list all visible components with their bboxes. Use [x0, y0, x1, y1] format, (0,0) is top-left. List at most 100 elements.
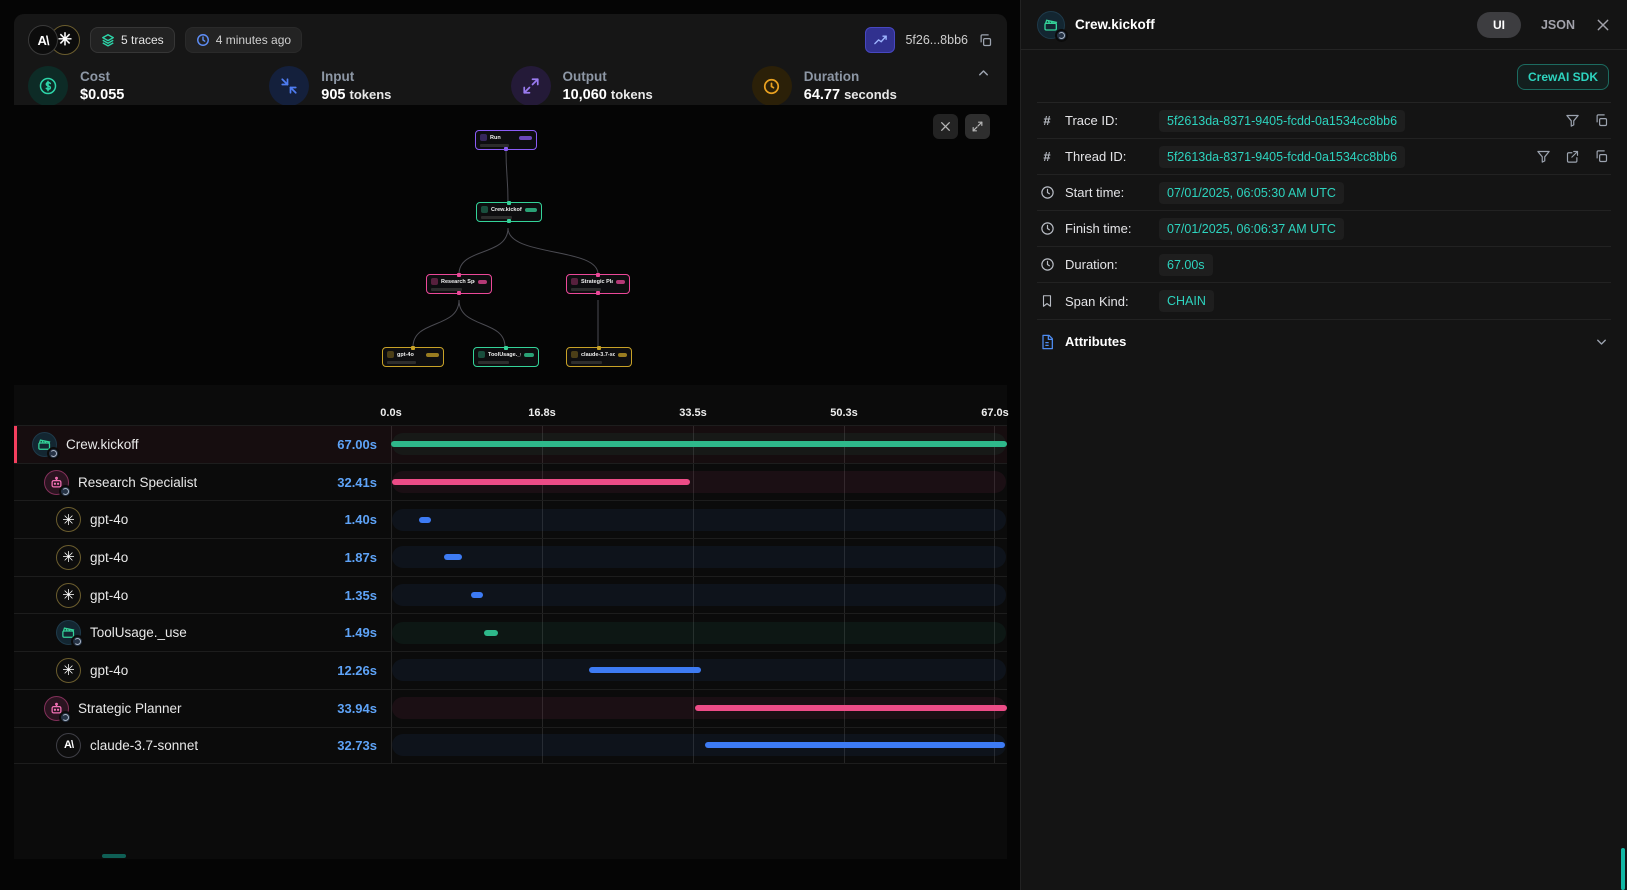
- span-row-strategic-planner[interactable]: Strategic Planner 33.94s: [14, 689, 1007, 727]
- openai-icon: ✳: [56, 507, 81, 532]
- graph-node-toolusage[interactable]: ToolUsage._use: [473, 347, 539, 367]
- copy-button[interactable]: [1594, 149, 1609, 164]
- horizontal-scrollbar-thumb[interactable]: [102, 854, 126, 858]
- node-label: Run: [490, 135, 501, 141]
- copy-button[interactable]: [1594, 113, 1609, 128]
- view-metrics-button[interactable]: [865, 27, 895, 53]
- span-bar-cell: [391, 728, 1007, 764]
- filter-button[interactable]: [1536, 149, 1551, 164]
- agent-icon: [44, 470, 69, 495]
- property-start-time: Start time: 07/01/2025, 06:05:30 AM UTC: [1037, 175, 1611, 211]
- span-row-gpt-4o[interactable]: ✳ gpt-4o 1.87s: [14, 538, 1007, 576]
- span-row-gpt-4o[interactable]: ✳ gpt-4o 1.40s: [14, 500, 1007, 538]
- sdk-badge[interactable]: CrewAI SDK: [1517, 64, 1609, 90]
- span-bar-cell: [391, 577, 1007, 614]
- crew-icon: [32, 432, 57, 457]
- span-bar[interactable]: [391, 441, 1007, 447]
- graph-node-claude[interactable]: claude-3.7-sonnet: [566, 347, 632, 367]
- document-icon: [1039, 334, 1055, 350]
- close-panel-button[interactable]: [1595, 17, 1611, 33]
- tab-json[interactable]: JSON: [1541, 18, 1575, 32]
- filter-icon: [1536, 149, 1551, 164]
- node-handle: [597, 346, 601, 350]
- close-icon: [939, 120, 952, 133]
- node-subtext: [387, 361, 416, 364]
- node-handle: [457, 291, 461, 295]
- property-finish-time: Finish time: 07/01/2025, 06:06:37 AM UTC: [1037, 211, 1611, 247]
- agentops-badge-icon: [59, 711, 72, 724]
- node-label: Crew.kickoff: [491, 207, 522, 213]
- span-row-gpt-4o[interactable]: ✳ gpt-4o 12.26s: [14, 651, 1007, 689]
- span-bar[interactable]: [695, 705, 1007, 711]
- hash-icon: #: [1039, 113, 1055, 128]
- metric-value: 10,060: [563, 87, 607, 103]
- span-row-claude[interactable]: A\ claude-3.7-sonnet 32.73s: [14, 727, 1007, 765]
- openai-icon: ✳: [56, 583, 81, 608]
- property-value: 67.00s: [1159, 254, 1213, 276]
- span-row-toolusage[interactable]: ToolUsage._use 1.49s: [14, 613, 1007, 651]
- span-bar-cell: [391, 614, 1007, 651]
- panel-title: Crew.kickoff: [1075, 17, 1467, 32]
- node-icon: [481, 206, 488, 213]
- metric-value: $0.055: [80, 87, 124, 103]
- span-row-gpt-4o[interactable]: ✳ gpt-4o 1.35s: [14, 576, 1007, 614]
- collapse-metrics-button[interactable]: [976, 66, 991, 81]
- node-badge: [519, 136, 532, 140]
- external-link-icon: [1565, 149, 1580, 164]
- node-handle: [507, 201, 511, 205]
- span-bar[interactable]: [484, 630, 498, 636]
- copy-trace-id-button[interactable]: [978, 33, 993, 48]
- expand-icon: [971, 120, 984, 133]
- span-bar[interactable]: [392, 479, 690, 485]
- graph-node-run[interactable]: Run: [475, 130, 537, 150]
- graph-node-research-specialist[interactable]: Research Speciali...: [426, 274, 492, 294]
- span-bar[interactable]: [419, 517, 432, 523]
- metric-unit: seconds: [844, 87, 897, 102]
- span-duration: 1.40s: [344, 512, 377, 527]
- span-duration: 32.73s: [337, 738, 377, 753]
- clock-icon: [196, 33, 210, 47]
- traces-count-badge[interactable]: 5 traces: [90, 27, 175, 53]
- arrows-out-icon: [511, 66, 551, 106]
- filter-icon: [1565, 113, 1580, 128]
- tab-ui[interactable]: UI: [1477, 12, 1521, 38]
- vertical-scrollbar-thumb[interactable]: [1621, 848, 1625, 890]
- property-thread-id: # Thread ID: 5f2613da-8371-9405-fcdd-0a1…: [1037, 139, 1611, 175]
- attributes-section-toggle[interactable]: Attributes: [1037, 319, 1611, 363]
- span-bar[interactable]: [471, 592, 483, 598]
- filter-button[interactable]: [1565, 113, 1580, 128]
- chevron-down-icon: [1594, 334, 1609, 349]
- span-duration: 12.26s: [337, 663, 377, 678]
- property-label: Start time:: [1065, 185, 1149, 200]
- span-bar[interactable]: [589, 667, 702, 673]
- span-bar[interactable]: [705, 742, 1006, 748]
- span-waterfall: Crew.kickoff 67.00s Research Specialist …: [14, 425, 1007, 764]
- span-row-crew-kickoff[interactable]: Crew.kickoff 67.00s: [14, 425, 1007, 463]
- axis-tick: 67.0s: [981, 407, 1009, 419]
- node-icon: [387, 351, 394, 358]
- trending-chart-icon: [873, 33, 888, 48]
- graph-node-strategic-planner[interactable]: Strategic Planner: [566, 274, 630, 294]
- graph-node-gpt-4o[interactable]: gpt-4o: [382, 347, 444, 367]
- span-duration: 32.41s: [337, 475, 377, 490]
- close-graph-button[interactable]: [933, 114, 958, 139]
- axis-tick: 50.3s: [830, 407, 858, 419]
- property-value: 07/01/2025, 06:05:30 AM UTC: [1159, 182, 1344, 204]
- agentops-badge-icon: [47, 447, 60, 460]
- span-bar-cell: [391, 501, 1007, 538]
- span-bar[interactable]: [444, 554, 461, 560]
- expand-graph-button[interactable]: [965, 114, 990, 139]
- node-subtext: [571, 361, 602, 364]
- trace-graph-panel[interactable]: Run Crew.kickoff Research Speciali... St…: [14, 105, 1007, 385]
- clock-icon: [1039, 185, 1055, 200]
- anthropic-logo-icon: A\: [28, 25, 58, 55]
- span-bar-cell: [391, 539, 1007, 576]
- span-name: gpt-4o: [90, 588, 128, 603]
- span-row-research-specialist[interactable]: Research Specialist 32.41s: [14, 463, 1007, 501]
- node-icon: [571, 278, 578, 285]
- span-name: Crew.kickoff: [66, 437, 139, 452]
- property-duration: Duration: 67.00s: [1037, 247, 1611, 283]
- graph-node-crew-kickoff[interactable]: Crew.kickoff: [476, 202, 542, 222]
- node-icon: [431, 278, 438, 285]
- open-external-button[interactable]: [1565, 149, 1580, 164]
